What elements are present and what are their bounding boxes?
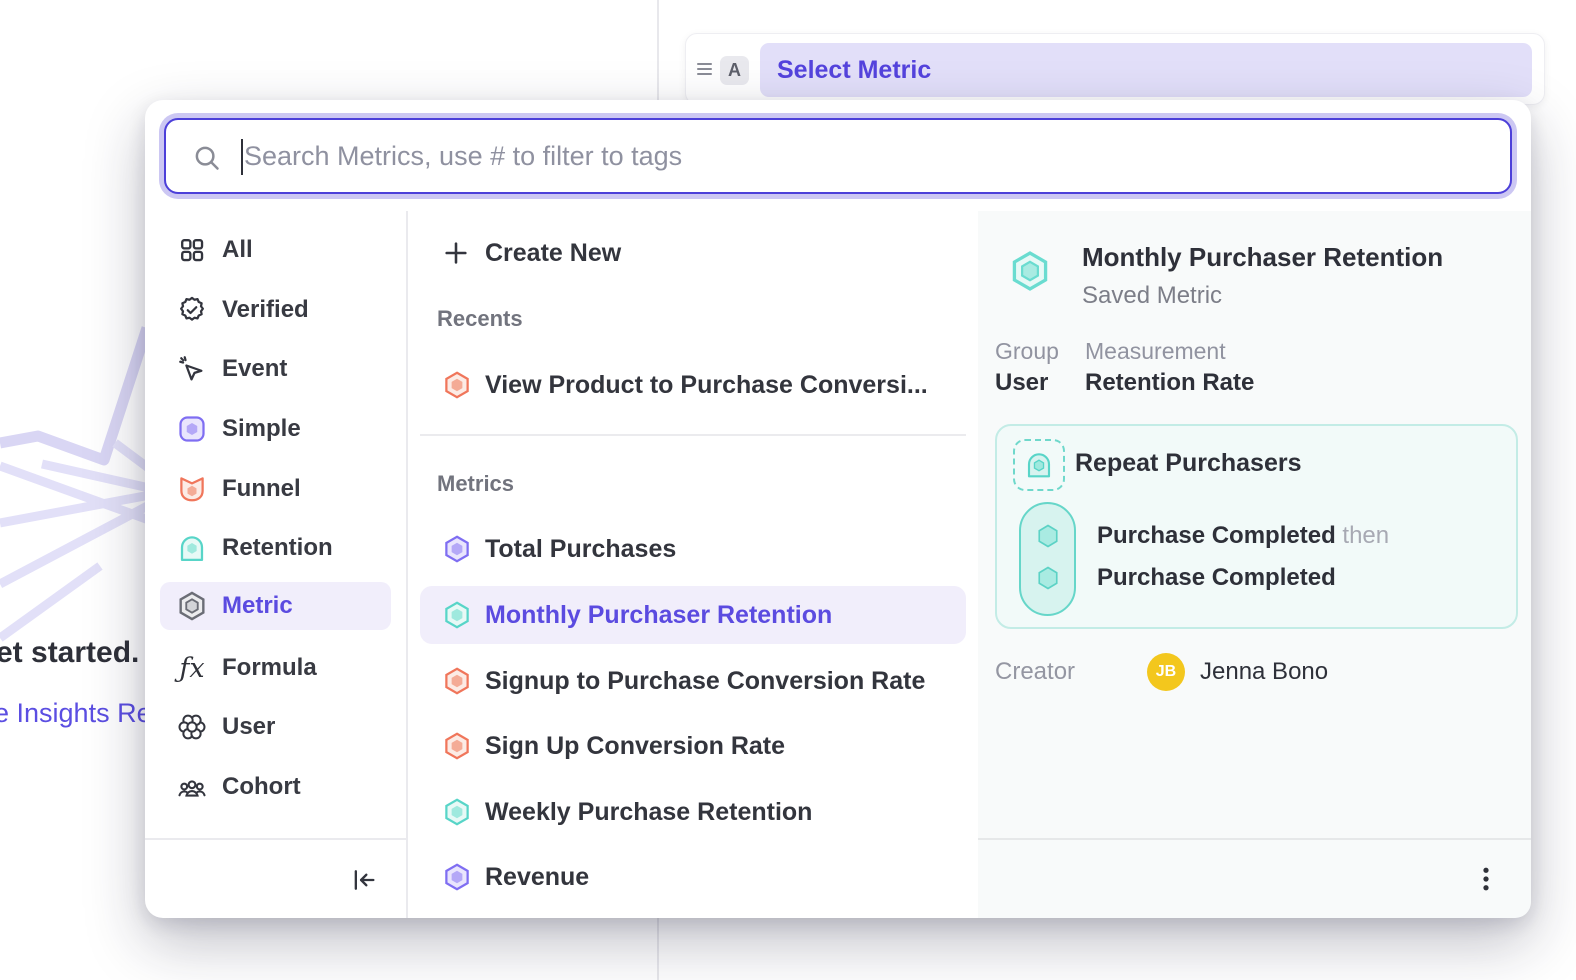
plus-icon xyxy=(442,239,472,269)
creator-name: Jenna Bono xyxy=(1200,658,1328,686)
select-metric-label: Select Metric xyxy=(777,56,931,85)
retention-metric-hexagon-icon-large xyxy=(1008,249,1052,293)
create-new-button[interactable]: Create New xyxy=(408,227,978,279)
retention-metric-hexagon-icon xyxy=(442,600,472,630)
row-type-badge[interactable]: A xyxy=(720,56,749,85)
sidebar-item-verified[interactable]: Verified xyxy=(145,286,406,334)
metric-list: Create New Recents View Product to Purch… xyxy=(408,211,978,918)
grid-icon xyxy=(176,234,208,266)
list-item-metric[interactable]: Signup to Purchase Conversion Rate xyxy=(408,655,978,707)
sidebar-item-metric[interactable]: Metric xyxy=(160,582,391,630)
background-headline-fragment: et started. xyxy=(0,636,139,670)
definition-name: Repeat Purchasers xyxy=(1075,449,1302,478)
detail-title: Monthly Purchaser Retention xyxy=(1082,242,1443,273)
sidebar-item-all[interactable]: All xyxy=(145,226,406,274)
funnel-metric-hexagon-icon xyxy=(442,370,472,400)
sidebar-footer xyxy=(145,838,406,918)
detail-subtitle: Saved Metric xyxy=(1082,282,1222,310)
collapse-left-icon[interactable] xyxy=(350,866,378,894)
sidebar-item-retention[interactable]: Retention xyxy=(145,524,406,572)
funnel-metric-hexagon-icon xyxy=(442,666,472,696)
meta-value-measurement: Retention Rate xyxy=(1085,369,1254,397)
step-2: Purchase Completed xyxy=(1097,564,1336,592)
list-item-metric[interactable]: Total Purchases xyxy=(408,523,978,575)
drag-handle-icon[interactable] xyxy=(694,58,716,80)
metric-definition-card: Repeat Purchasers Purchase Completed the… xyxy=(995,424,1518,629)
sidebar-item-funnel[interactable]: Funnel xyxy=(145,465,406,513)
select-metric-dropdown[interactable]: Select Metric xyxy=(760,43,1532,97)
funnel-icon xyxy=(176,473,208,505)
simple-metric-icon xyxy=(176,413,208,445)
step-hexagon-icon xyxy=(1034,564,1062,592)
retention-metric-hexagon-icon xyxy=(442,797,472,827)
section-label-recents: Recents xyxy=(437,306,523,332)
funnel-steps-capsule xyxy=(1019,502,1076,616)
verified-badge-icon xyxy=(176,294,208,326)
formula-icon: ƒx xyxy=(176,652,208,684)
metric-hexagon-icon xyxy=(176,590,208,622)
list-section-divider xyxy=(420,434,966,436)
metric-detail-panel: Monthly Purchaser Retention Saved Metric… xyxy=(978,211,1531,918)
funnel-metric-hexagon-icon xyxy=(442,731,472,761)
step-hexagon-icon xyxy=(1034,522,1062,550)
simple-metric-hexagon-icon xyxy=(442,534,472,564)
background-report-link-fragment[interactable]: e Insights Re xyxy=(0,698,152,729)
step-1: Purchase Completed then xyxy=(1097,522,1389,550)
metric-row-bar: A Select Metric xyxy=(685,33,1545,105)
retention-icon xyxy=(176,532,208,564)
list-item-metric[interactable]: Weekly Purchase Retention xyxy=(408,786,978,838)
sidebar-item-cohort[interactable]: Cohort xyxy=(145,763,406,811)
list-item-metric[interactable]: Revenue xyxy=(408,851,978,903)
sidebar-item-simple[interactable]: Simple xyxy=(145,405,406,453)
list-item-metric[interactable]: Sign Up Conversion Rate xyxy=(408,720,978,772)
search-input[interactable] xyxy=(244,120,1484,192)
creator-label: Creator xyxy=(995,658,1075,686)
search-box[interactable] xyxy=(164,118,1512,194)
meta-label-measurement: Measurement xyxy=(1085,338,1226,365)
user-icon xyxy=(176,711,208,743)
section-label-metrics: Metrics xyxy=(437,471,514,497)
cohort-icon xyxy=(176,771,208,803)
sidebar-item-user[interactable]: User xyxy=(145,703,406,751)
retention-definition-icon xyxy=(1013,439,1065,491)
list-item-recent[interactable]: View Product to Purchase Conversi... xyxy=(408,359,978,411)
sidebar-item-event[interactable]: Event xyxy=(145,345,406,393)
cursor-sparkle-icon xyxy=(176,353,208,385)
meta-label-group: Group xyxy=(995,338,1059,365)
text-caret xyxy=(241,139,243,175)
metric-picker-modal: All Verified Event xyxy=(145,100,1531,918)
meta-value-group: User xyxy=(995,369,1048,397)
sidebar-item-formula[interactable]: ƒx Formula xyxy=(145,644,406,692)
list-item-metric-selected[interactable]: Monthly Purchaser Retention xyxy=(408,589,978,641)
simple-metric-hexagon-icon xyxy=(442,862,472,892)
kebab-menu-icon[interactable] xyxy=(1471,864,1501,894)
avatar: JB xyxy=(1147,653,1185,691)
search-icon xyxy=(192,143,222,173)
detail-footer xyxy=(978,838,1531,918)
